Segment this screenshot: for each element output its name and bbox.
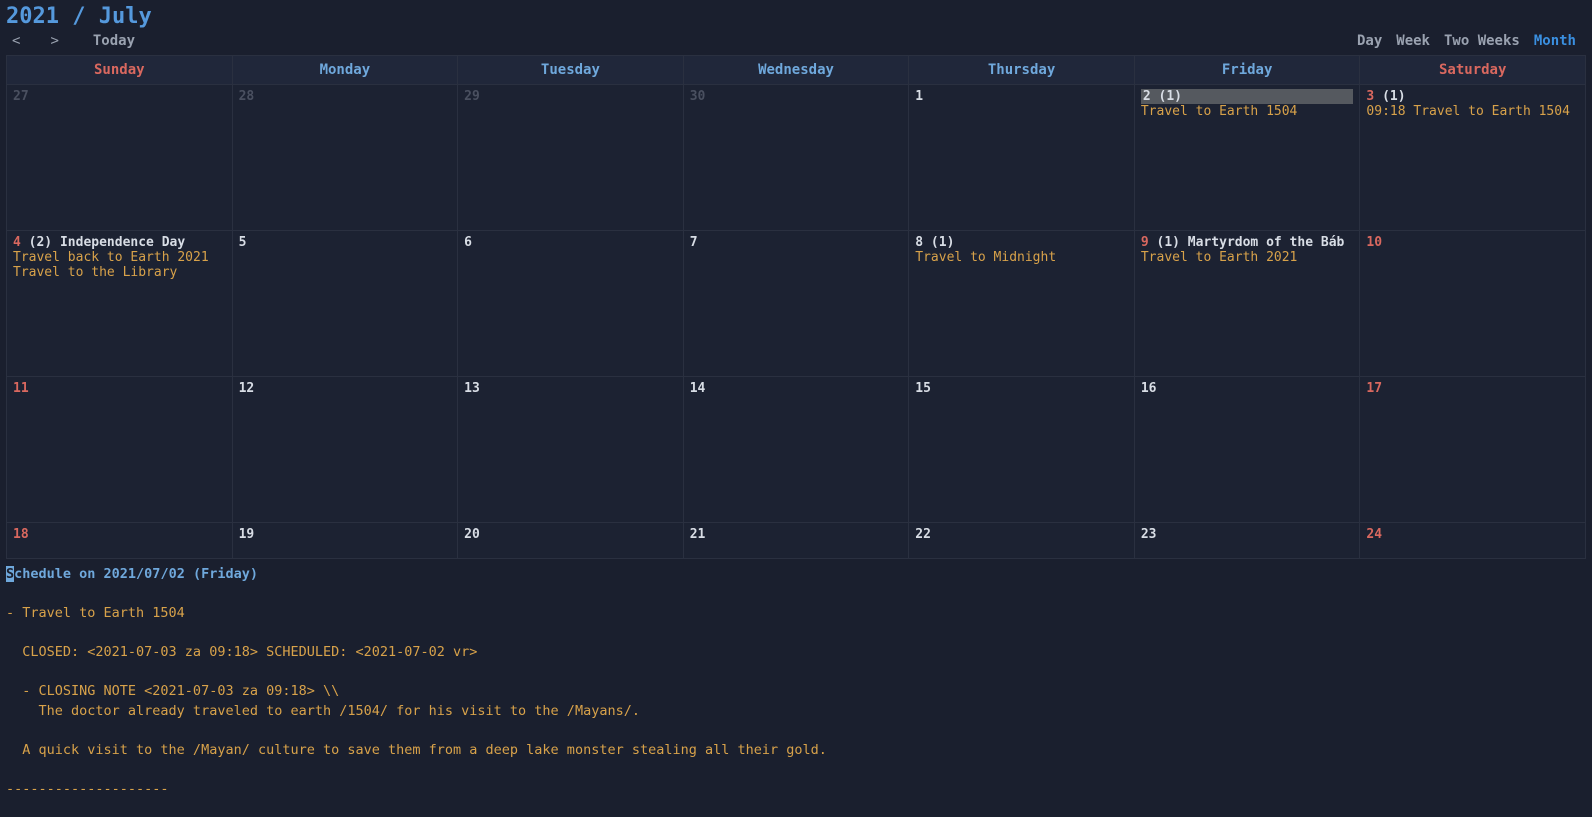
view-two-weeks[interactable]: Two Weeks bbox=[1444, 33, 1520, 49]
calendar-cell[interactable]: 23 bbox=[1135, 523, 1361, 559]
calendar-cell[interactable]: 7 bbox=[684, 231, 910, 377]
day-event-count: (1) bbox=[1374, 89, 1405, 104]
weekday-header: Saturday bbox=[1360, 56, 1586, 85]
calendar-cell[interactable]: 13 bbox=[458, 377, 684, 523]
calendar-cell[interactable]: 18 bbox=[7, 523, 233, 559]
calendar-cell[interactable]: 28 bbox=[233, 85, 459, 231]
day-number: 4 bbox=[13, 235, 21, 250]
day-number: 21 bbox=[690, 527, 706, 542]
day-number: 6 bbox=[464, 235, 472, 250]
day-number: 7 bbox=[690, 235, 698, 250]
day-event-count: (2) bbox=[21, 235, 52, 250]
day-number: 29 bbox=[464, 89, 480, 104]
weekday-header: Sunday bbox=[7, 56, 233, 85]
calendar-cell[interactable]: 19 bbox=[233, 523, 459, 559]
day-number: 18 bbox=[13, 527, 29, 542]
day-number: 20 bbox=[464, 527, 480, 542]
day-number: 13 bbox=[464, 381, 480, 396]
day-holiday: Independence Day bbox=[52, 235, 185, 250]
calendar-cell[interactable]: 2 (1)Travel to Earth 1504 bbox=[1135, 85, 1361, 231]
day-event-count: (1) bbox=[923, 235, 954, 250]
day-event-count: (1) bbox=[1149, 235, 1180, 250]
day-number: 10 bbox=[1366, 235, 1382, 250]
calendar-cell[interactable]: 3 (1)09:18 Travel to Earth 1504 bbox=[1360, 85, 1586, 231]
detail-title: Schedule on 2021/07/02 (Friday) bbox=[6, 565, 1586, 585]
day-number: 24 bbox=[1366, 527, 1382, 542]
weekday-header: Tuesday bbox=[458, 56, 684, 85]
calendar-cell[interactable]: 5 bbox=[233, 231, 459, 377]
view-day[interactable]: Day bbox=[1357, 33, 1382, 49]
day-number: 8 bbox=[915, 235, 923, 250]
calendar-event[interactable]: Travel to Earth 2021 bbox=[1141, 250, 1354, 265]
calendar-cell[interactable]: 10 bbox=[1360, 231, 1586, 377]
calendar-event[interactable]: Travel to Midnight bbox=[915, 250, 1128, 265]
day-number: 23 bbox=[1141, 527, 1157, 542]
page-title: 2021 / July bbox=[6, 4, 152, 29]
day-number: 16 bbox=[1141, 381, 1157, 396]
weekday-header: Wednesday bbox=[684, 56, 910, 85]
day-number: 14 bbox=[690, 381, 706, 396]
calendar-cell[interactable]: 12 bbox=[233, 377, 459, 523]
calendar-cell[interactable]: 17 bbox=[1360, 377, 1586, 523]
detail-pane: Schedule on 2021/07/02 (Friday) - Travel… bbox=[6, 563, 1586, 802]
calendar-cell[interactable]: 6 bbox=[458, 231, 684, 377]
calendar-cell[interactable]: 11 bbox=[7, 377, 233, 523]
day-number: 2 bbox=[1143, 89, 1151, 104]
weekday-header: Friday bbox=[1135, 56, 1361, 85]
calendar-event[interactable]: Travel back to Earth 2021 bbox=[13, 250, 226, 265]
calendar-cell[interactable]: 1 bbox=[909, 85, 1135, 231]
day-number: 30 bbox=[690, 89, 706, 104]
calendar-cell[interactable]: 24 bbox=[1360, 523, 1586, 559]
calendar-cell[interactable]: 22 bbox=[909, 523, 1135, 559]
today-button[interactable]: Today bbox=[93, 33, 135, 49]
day-number: 27 bbox=[13, 89, 29, 104]
next-button[interactable]: > bbox=[44, 33, 64, 49]
day-number: 19 bbox=[239, 527, 255, 542]
day-holiday: Martyrdom of the Báb bbox=[1180, 235, 1344, 250]
calendar-cell[interactable]: 21 bbox=[684, 523, 910, 559]
calendar-event[interactable]: 09:18 Travel to Earth 1504 bbox=[1366, 104, 1579, 119]
view-month[interactable]: Month bbox=[1534, 33, 1576, 49]
calendar-cell[interactable]: 14 bbox=[684, 377, 910, 523]
view-switch: Day Week Two Weeks Month bbox=[1357, 33, 1586, 49]
day-number: 15 bbox=[915, 381, 931, 396]
day-event-count: (1) bbox=[1151, 89, 1182, 104]
detail-body: - Travel to Earth 1504 CLOSED: <2021-07-… bbox=[6, 585, 1586, 800]
calendar-cell[interactable]: 8 (1)Travel to Midnight bbox=[909, 231, 1135, 377]
prev-button[interactable]: < bbox=[6, 33, 26, 49]
calendar-event[interactable]: Travel to the Library bbox=[13, 265, 226, 280]
calendar-grid: SundayMondayTuesdayWednesdayThursdayFrid… bbox=[6, 55, 1586, 559]
calendar-cell[interactable]: 30 bbox=[684, 85, 910, 231]
day-number: 22 bbox=[915, 527, 931, 542]
weekday-header: Monday bbox=[233, 56, 459, 85]
weekday-header: Thursday bbox=[909, 56, 1135, 85]
calendar-cell[interactable]: 9 (1) Martyrdom of the BábTravel to Eart… bbox=[1135, 231, 1361, 377]
day-number: 12 bbox=[239, 381, 255, 396]
day-number: 5 bbox=[239, 235, 247, 250]
calendar-cell[interactable]: 29 bbox=[458, 85, 684, 231]
calendar-cell[interactable]: 4 (2) Independence DayTravel back to Ear… bbox=[7, 231, 233, 377]
day-number: 28 bbox=[239, 89, 255, 104]
calendar-cell[interactable]: 15 bbox=[909, 377, 1135, 523]
calendar-cell[interactable]: 27 bbox=[7, 85, 233, 231]
day-number: 9 bbox=[1141, 235, 1149, 250]
calendar-event[interactable]: Travel to Earth 1504 bbox=[1141, 104, 1354, 119]
calendar-cell[interactable]: 20 bbox=[458, 523, 684, 559]
day-number: 1 bbox=[915, 89, 923, 104]
calendar-cell[interactable]: 16 bbox=[1135, 377, 1361, 523]
day-number: 11 bbox=[13, 381, 29, 396]
day-number: 17 bbox=[1366, 381, 1382, 396]
view-week[interactable]: Week bbox=[1396, 33, 1430, 49]
